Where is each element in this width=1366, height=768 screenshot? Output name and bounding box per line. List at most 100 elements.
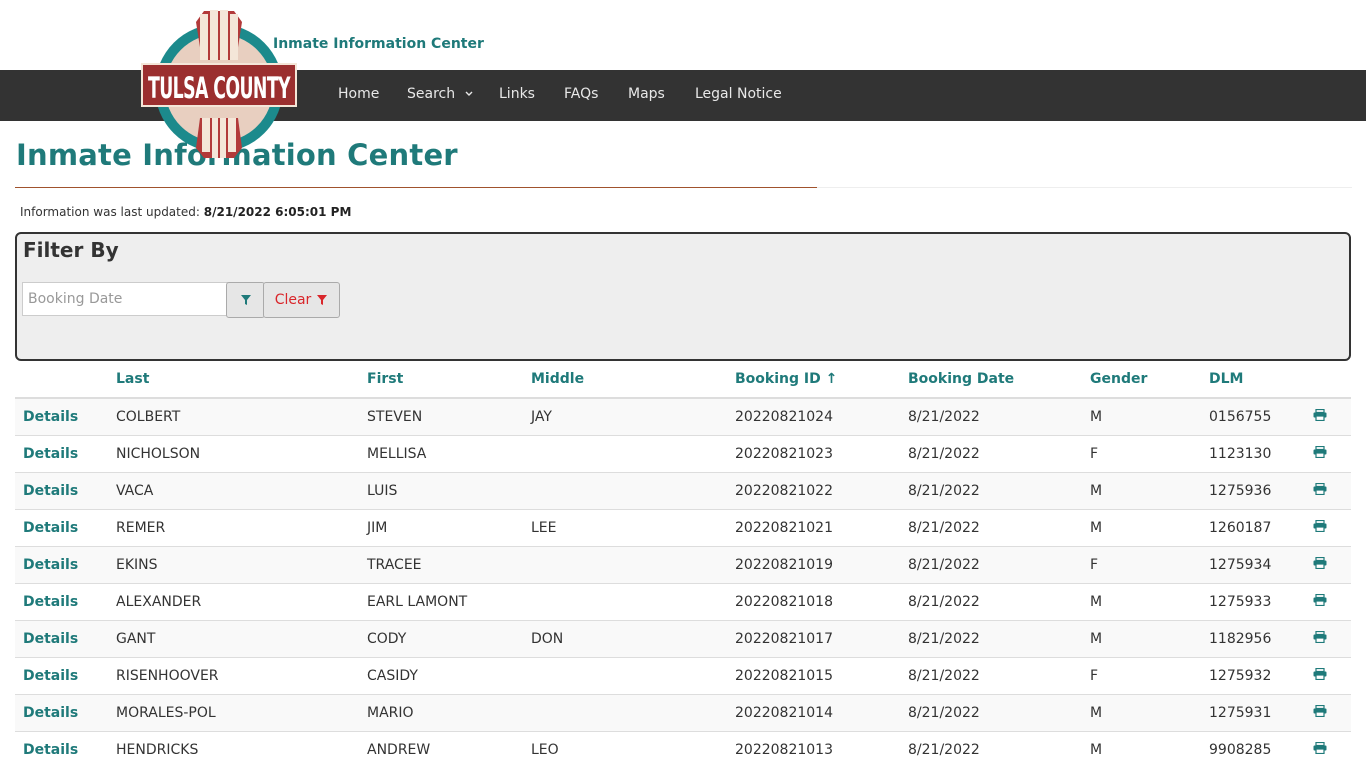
table-row: Details HENDRICKS ANDREW LEO 20220821013 8/21… [15,731,1351,768]
column-header-booking-date[interactable]: Booking Date [908,360,1090,399]
cell-gender: M [1090,594,1103,610]
print-icon[interactable] [1313,668,1327,680]
table-cell: COLBERT [116,397,367,436]
table-cell: MARIO [367,694,531,732]
print-icon[interactable] [1313,742,1327,754]
print-icon[interactable] [1313,520,1327,532]
cell-first: TRACEE [367,557,422,573]
filter-title: Filter By [23,238,119,262]
table-cell: 20220821021 [735,509,908,547]
title-divider [15,187,817,188]
nav-legal-notice[interactable]: Legal Notice [695,86,782,102]
table-cell: Details [15,435,116,473]
cell-gender: M [1090,483,1103,499]
last-updated-value: 8/21/2022 6:05:01 PM [203,205,352,219]
table-cell [1313,509,1351,547]
nav-search[interactable]: Search [407,86,474,102]
column-header-last[interactable]: Last [116,360,367,399]
cell-dlm: 1275933 [1209,594,1272,610]
filter-icon [317,295,328,305]
site-title[interactable]: Inmate Information Center [273,36,484,52]
table-cell: CODY [367,620,531,658]
cell-last: REMER [116,520,166,536]
details-link[interactable]: Details [23,409,78,425]
nav-links[interactable]: Links [499,86,535,102]
print-icon[interactable] [1313,557,1327,569]
print-icon[interactable] [1313,409,1327,421]
cell-booking-date: 8/21/2022 [908,594,980,610]
table-row: Details NICHOLSON MELLISA 20220821023 8/21/2… [15,435,1351,473]
cell-last: NICHOLSON [116,446,201,462]
print-icon[interactable] [1313,705,1327,717]
table-cell: ALEXANDER [116,583,367,621]
details-link[interactable]: Details [23,631,78,647]
cell-dlm: 1275931 [1209,705,1272,721]
column-header-dlm[interactable]: DLM [1209,360,1313,399]
last-updated-label: Information was last updated: [20,205,200,219]
table-cell: 9908285 [1209,731,1313,768]
table-cell: 8/21/2022 [908,731,1090,768]
table-row: Details COLBERT STEVEN JAY 20220821024 8/21/2… [15,397,1351,436]
column-header-first[interactable]: First [367,360,531,399]
details-link[interactable]: Details [23,520,78,536]
details-link[interactable]: Details [23,594,78,610]
cell-dlm: 1123130 [1209,446,1272,462]
nav-maps[interactable]: Maps [628,86,665,102]
cell-last: HENDRICKS [116,742,199,758]
print-icon[interactable] [1313,631,1327,643]
details-link[interactable]: Details [23,483,78,499]
cell-first: CASIDY [367,668,418,684]
cell-booking-date: 8/21/2022 [908,742,980,758]
table-cell: TRACEE [367,546,531,584]
cell-first: EARL LAMONT [367,594,468,610]
table-row: Details ALEXANDER EARL LAMONT 20220821018 8/… [15,583,1351,621]
details-link[interactable]: Details [23,446,78,462]
cell-middle: DON [531,631,564,647]
table-cell: Details [15,472,116,510]
table-cell: Details [15,583,116,621]
cell-first: MELLISA [367,446,427,462]
cell-dlm: 1275934 [1209,557,1272,573]
cell-gender: F [1090,446,1099,462]
cell-booking-id: 20220821023 [735,446,833,462]
table-cell: Details [15,731,116,768]
nav-home[interactable]: Home [338,86,379,102]
table-cell: DON [531,620,735,658]
cell-booking-date: 8/21/2022 [908,631,980,647]
filter-icon [240,295,251,305]
nav-faqs[interactable]: FAQs [564,86,598,102]
table-cell [1313,583,1351,621]
print-icon[interactable] [1313,483,1327,495]
details-link[interactable]: Details [23,668,78,684]
booking-date-input[interactable] [22,282,232,316]
apply-filter-button[interactable] [226,282,265,318]
table-cell: STEVEN [367,397,531,436]
cell-booking-date: 8/21/2022 [908,446,980,462]
clear-filter-button[interactable]: Clear [263,282,340,318]
table-cell: CASIDY [367,657,531,695]
table-cell [1313,731,1351,768]
table-cell: LEO [531,731,735,768]
column-header-booking-id[interactable]: Booking ID ↑ [735,360,908,399]
clear-filter-label: Clear [274,292,312,308]
table-cell: 20220821024 [735,397,908,436]
chevron-down-icon [465,91,473,96]
table-row: Details REMER JIM LEE 20220821021 8/21/2022 M 1… [15,509,1351,547]
details-link[interactable]: Details [23,557,78,573]
print-icon[interactable] [1313,446,1327,458]
table-cell: LUIS [367,472,531,510]
title-divider-light [817,187,1352,188]
table-cell: 0156755 [1209,397,1313,436]
table-cell [531,657,735,695]
cell-booking-id: 20220821022 [735,483,833,499]
details-link[interactable]: Details [23,742,78,758]
table-cell: 20220821019 [735,546,908,584]
inmate-table: Last First Middle Booking ID ↑ Booking D… [15,360,1351,768]
column-header-gender[interactable]: Gender [1090,360,1209,399]
column-header-middle[interactable]: Middle [531,360,735,399]
table-cell: 8/21/2022 [908,657,1090,695]
tulsa-county-logo[interactable]: TULSA COUNTY [140,8,298,160]
filter-panel: Filter By Clear [15,232,1351,361]
details-link[interactable]: Details [23,705,78,721]
print-icon[interactable] [1313,594,1327,606]
